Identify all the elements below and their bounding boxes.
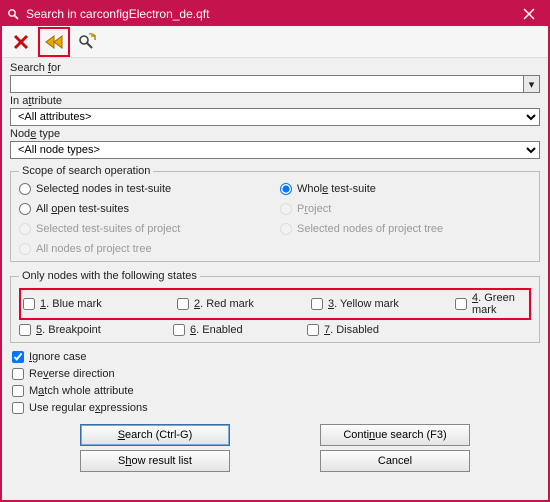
toolbar bbox=[2, 26, 548, 58]
show-result-button[interactable]: Show result list bbox=[80, 450, 230, 472]
highlighted-toolbar-item bbox=[38, 27, 70, 57]
cancel-icon[interactable] bbox=[8, 29, 34, 55]
scope-selected-nodes[interactable]: Selected nodes in test-suite bbox=[19, 183, 270, 195]
opt-ignore-case[interactable]: Ignore case bbox=[12, 351, 540, 363]
scope-whole-suite[interactable]: Whole test-suite bbox=[280, 183, 531, 195]
state-blue-mark[interactable]: 1. Blue mark bbox=[23, 292, 173, 316]
node-type-label: Node type bbox=[10, 128, 540, 140]
titlebar: Search in carconfigElectron_de.qft bbox=[2, 2, 548, 26]
states-legend: Only nodes with the following states bbox=[19, 270, 200, 282]
rewind-icon[interactable] bbox=[41, 29, 67, 55]
app-icon bbox=[6, 7, 20, 21]
scope-legend: Scope of search operation bbox=[19, 165, 153, 177]
scope-all-nodes-tree: All nodes of project tree bbox=[19, 243, 270, 255]
state-yellow-mark[interactable]: 3. Yellow mark bbox=[311, 292, 451, 316]
scope-open-suites[interactable]: All open test-suites bbox=[19, 203, 270, 215]
scope-fieldset: Scope of search operation Selected nodes… bbox=[10, 165, 540, 262]
state-disabled[interactable]: 7. Disabled bbox=[307, 324, 447, 336]
dialog-content: Search for ▾ In attribute <All attribute… bbox=[2, 58, 548, 500]
window-close-button[interactable] bbox=[514, 4, 544, 24]
opt-match-whole[interactable]: Match whole attribute bbox=[12, 385, 540, 397]
search-for-label: Search for bbox=[10, 62, 540, 74]
node-type-select[interactable]: <All node types> bbox=[10, 141, 540, 159]
state-breakpoint[interactable]: 5. Breakpoint bbox=[19, 324, 169, 336]
options-group: Ignore case Reverse direction Match whol… bbox=[12, 351, 540, 414]
in-attribute-label: In attribute bbox=[10, 95, 540, 107]
cancel-button[interactable]: Cancel bbox=[320, 450, 470, 472]
continue-search-button[interactable]: Continue search (F3) bbox=[320, 424, 470, 446]
state-enabled[interactable]: 6. Enabled bbox=[173, 324, 303, 336]
in-attribute-select[interactable]: <All attributes> bbox=[10, 108, 540, 126]
scope-selected-nodes-tree: Selected nodes of project tree bbox=[280, 223, 531, 235]
chevron-down-icon: ▾ bbox=[529, 78, 535, 91]
search-for-dropdown[interactable]: ▾ bbox=[524, 75, 540, 93]
button-row: Search (Ctrl-G) Show result list Continu… bbox=[10, 424, 540, 472]
search-for-input[interactable] bbox=[10, 75, 524, 93]
highlighted-states-row: 1. Blue mark 2. Red mark 3. Yellow mark … bbox=[19, 288, 531, 320]
states-fieldset: Only nodes with the following states 1. … bbox=[10, 270, 540, 343]
state-red-mark[interactable]: 2. Red mark bbox=[177, 292, 307, 316]
scope-selected-suites-project: Selected test-suites of project bbox=[19, 223, 270, 235]
state-green-mark[interactable]: 4. Green mark bbox=[455, 292, 527, 316]
search-button[interactable]: Search (Ctrl-G) bbox=[80, 424, 230, 446]
dialog-window: Search in carconfigElectron_de.qft bbox=[0, 0, 550, 502]
scope-project: Project bbox=[280, 203, 531, 215]
find-replace-icon[interactable] bbox=[74, 29, 100, 55]
window-title: Search in carconfigElectron_de.qft bbox=[26, 7, 514, 21]
opt-reverse-direction[interactable]: Reverse direction bbox=[12, 368, 540, 380]
opt-regex[interactable]: Use regular expressions bbox=[12, 402, 540, 414]
